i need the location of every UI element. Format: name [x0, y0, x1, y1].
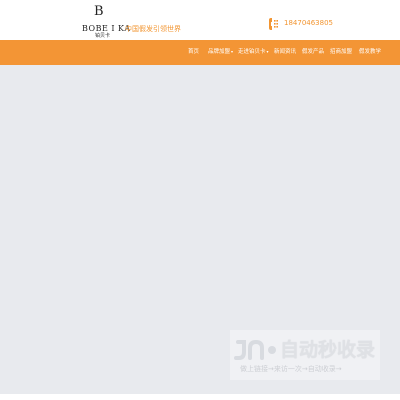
logo-name-cn: 铂贝卡 [95, 33, 111, 39]
site-header: B BOBE I KA 铂贝卡 中国假发引领世界 18470463805 [0, 0, 400, 40]
nav-item-about[interactable]: 走进铂贝卡▾ [238, 48, 269, 56]
watermark-subtitle: 做上链接→来访一次→自动收录→ [240, 365, 342, 373]
nav-item-label: 走进铂贝卡 [238, 49, 266, 55]
chevron-down-icon: ▾ [231, 49, 234, 54]
phone-number: 18470463805 [284, 19, 333, 27]
nav-item-products[interactable]: 假发产品 [302, 48, 324, 56]
nav-item-news[interactable]: 新闻资讯 [274, 48, 296, 56]
nav-item-investment[interactable]: 招商加盟 [330, 48, 352, 56]
nav-item-label: 假发教学 [359, 49, 382, 55]
nav-item-home[interactable]: 首页 [188, 48, 199, 56]
nav-item-label: 新闻资讯 [274, 49, 297, 55]
nav-item-label: 首页 [188, 49, 200, 55]
nav-item-tutorial[interactable]: 假发教学 [359, 48, 381, 56]
footer-strip [0, 394, 400, 400]
watermark-title: 自动秒收录 [280, 339, 376, 361]
watermark-logo-icon [234, 339, 276, 360]
nav-item-label: 招商加盟 [330, 49, 353, 55]
nav-item-brand-franchise[interactable]: 品牌加盟▾ [208, 48, 233, 56]
chevron-down-icon: ▾ [266, 49, 269, 54]
main-nav: 首页 品牌加盟▾ 走进铂贝卡▾ 新闻资讯 假发产品 招商加盟 假发教学 [0, 40, 400, 65]
brand-slogan: 中国假发引领世界 [125, 25, 181, 33]
logo-monogram-letter: B [94, 4, 104, 19]
phone-icon [269, 18, 278, 30]
nav-item-label: 假发产品 [302, 49, 325, 55]
watermark-overlay: 自动秒收录 做上链接→来访一次→自动收录→ [230, 330, 380, 380]
brand-logo[interactable]: B BOBE I KA 铂贝卡 中国假发引领世界 [82, 5, 182, 39]
logo-name-en: BOBE I KA [82, 24, 131, 33]
logo-monogram: B [92, 5, 116, 23]
nav-item-label: 品牌加盟 [208, 49, 231, 55]
